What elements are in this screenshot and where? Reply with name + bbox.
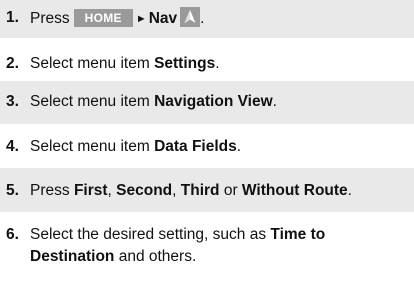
step-text: Select menu item Data Fields. <box>30 136 414 158</box>
option-third: Third <box>180 182 220 199</box>
step-4: 4. Select menu item Data Fields. <box>0 124 414 168</box>
step-text-pre: Press <box>30 10 70 27</box>
step-text-post: . <box>215 55 220 72</box>
step-text-post: . <box>200 10 205 27</box>
step-number: 4. <box>6 138 19 155</box>
step-text-post: . <box>272 93 277 110</box>
separator: or <box>219 182 242 199</box>
step-text-pre: Select menu item <box>30 93 155 110</box>
step-text-post: and others. <box>114 248 197 265</box>
step-3: 3. Select menu item Navigation View. <box>0 81 414 124</box>
step-number: 5. <box>6 182 19 199</box>
step-text: Select menu item Navigation View. <box>30 91 414 113</box>
step-text-pre: Select menu item <box>30 138 155 155</box>
option-without-route: Without Route <box>241 182 348 199</box>
step-1: 1. Press HOME ► Nav. <box>0 0 414 38</box>
separator: , <box>172 182 181 199</box>
option-second: Second <box>116 182 173 199</box>
menu-item-name: Data Fields <box>154 138 237 155</box>
menu-item-name: Navigation View <box>154 93 273 110</box>
step-text-pre: Press <box>30 182 74 199</box>
step-text-post: . <box>347 182 352 199</box>
step-number: 1. <box>6 9 19 26</box>
step-text: Press HOME ► Nav. <box>30 7 414 30</box>
step-text: Select menu item Settings. <box>30 53 414 75</box>
step-text: Press First, Second, Third or Without Ro… <box>30 180 414 202</box>
step-text: Select the desired setting, such as Time… <box>30 224 414 268</box>
step-number: 3. <box>6 93 19 110</box>
arrow-icon: ► <box>135 13 147 25</box>
separator: , <box>107 182 117 199</box>
step-5: 5. Press First, Second, Third or Without… <box>0 168 414 212</box>
menu-item-name: Settings <box>154 55 216 72</box>
option-first: First <box>73 182 108 199</box>
step-text-pre: Select the desired setting, such as <box>30 226 271 243</box>
step-number: 2. <box>6 55 19 72</box>
step-number: 6. <box>6 226 19 243</box>
nav-label: Nav <box>148 10 178 27</box>
step-text-post: . <box>236 138 242 155</box>
step-text-pre: Select menu item <box>30 55 155 72</box>
home-key-label: HOME <box>73 9 133 27</box>
step-2: 2. Select menu item Settings. <box>0 38 414 81</box>
navigation-arrow-icon <box>180 7 201 27</box>
instruction-steps: 1. Press HOME ► Nav. 2. Select menu item Se… <box>0 0 414 298</box>
step-6: 6. Select the desired setting, such as T… <box>0 212 414 298</box>
